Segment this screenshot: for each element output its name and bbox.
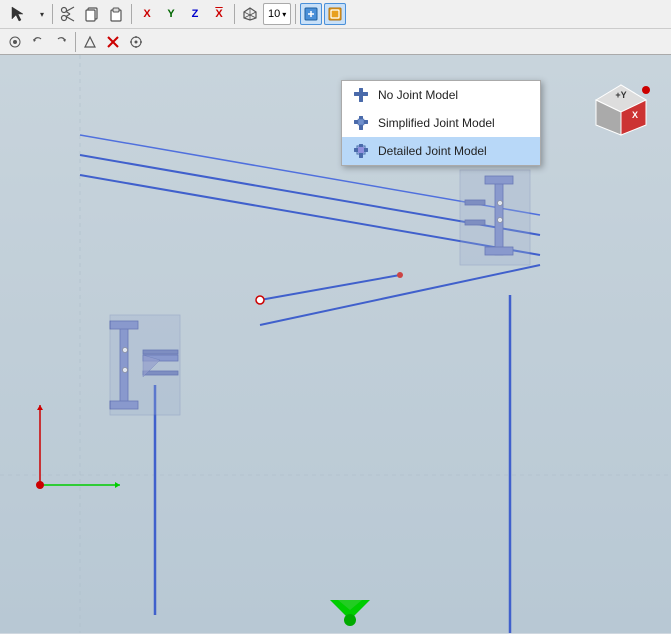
joint-model-btn[interactable] [324,3,346,25]
no-joint-icon [352,86,370,104]
sep2 [131,4,132,24]
number-dropdown[interactable]: 10 ▾ [263,3,291,25]
menu-item-no-joint[interactable]: No Joint Model [342,81,540,109]
sep5 [75,32,76,52]
r2b5[interactable] [102,31,124,53]
simplified-label: Simplified Joint Model [378,116,495,130]
mode-btn-active[interactable] [300,3,322,25]
sep3 [234,4,235,24]
svg-text:+Y: +Y [615,90,626,100]
nav-cube[interactable]: +Y X [581,70,661,150]
number-dropdown-arrow: ▾ [282,10,286,19]
number-value: 10 [268,8,280,20]
detailed-label: Detailed Joint Model [378,144,487,158]
z-axis-btn[interactable]: Z [184,3,206,25]
paste-btn[interactable] [105,3,127,25]
r2b3[interactable] [50,31,72,53]
sep1 [52,4,53,24]
select-tool-btn[interactable] [4,3,34,25]
cut-btn[interactable] [57,3,79,25]
y-axis-btn[interactable]: Y [160,3,182,25]
r2b2[interactable] [27,31,49,53]
no-joint-label: No Joint Model [378,88,458,102]
svg-text:X: X [632,110,638,120]
toolbar-row-2 [0,28,671,54]
r2b1[interactable] [4,31,26,53]
menu-item-simplified[interactable]: Simplified Joint Model [342,109,540,137]
menu-item-detailed[interactable]: Detailed Joint Model [342,137,540,165]
select-dropdown-arrow[interactable]: ▾ [36,3,48,25]
toolbar-container: ▾ [0,0,671,55]
copy-btn[interactable] [81,3,103,25]
x-axis-btn[interactable]: X [136,3,158,25]
joint-model-dropdown: No Joint Model Simplified Joint Model [341,80,541,166]
toolbar-row-1: ▾ [0,0,671,28]
r2b6[interactable] [125,31,147,53]
view3d-btn[interactable] [239,3,261,25]
detailed-icon [352,142,370,160]
scene-svg [0,55,671,633]
canvas-area[interactable]: No Joint Model Simplified Joint Model [0,55,671,633]
r2b4[interactable] [79,31,101,53]
simplified-icon [352,114,370,132]
app-window: ▾ [0,0,671,633]
x-neg-btn[interactable]: X [208,3,230,25]
sep4 [295,4,296,24]
